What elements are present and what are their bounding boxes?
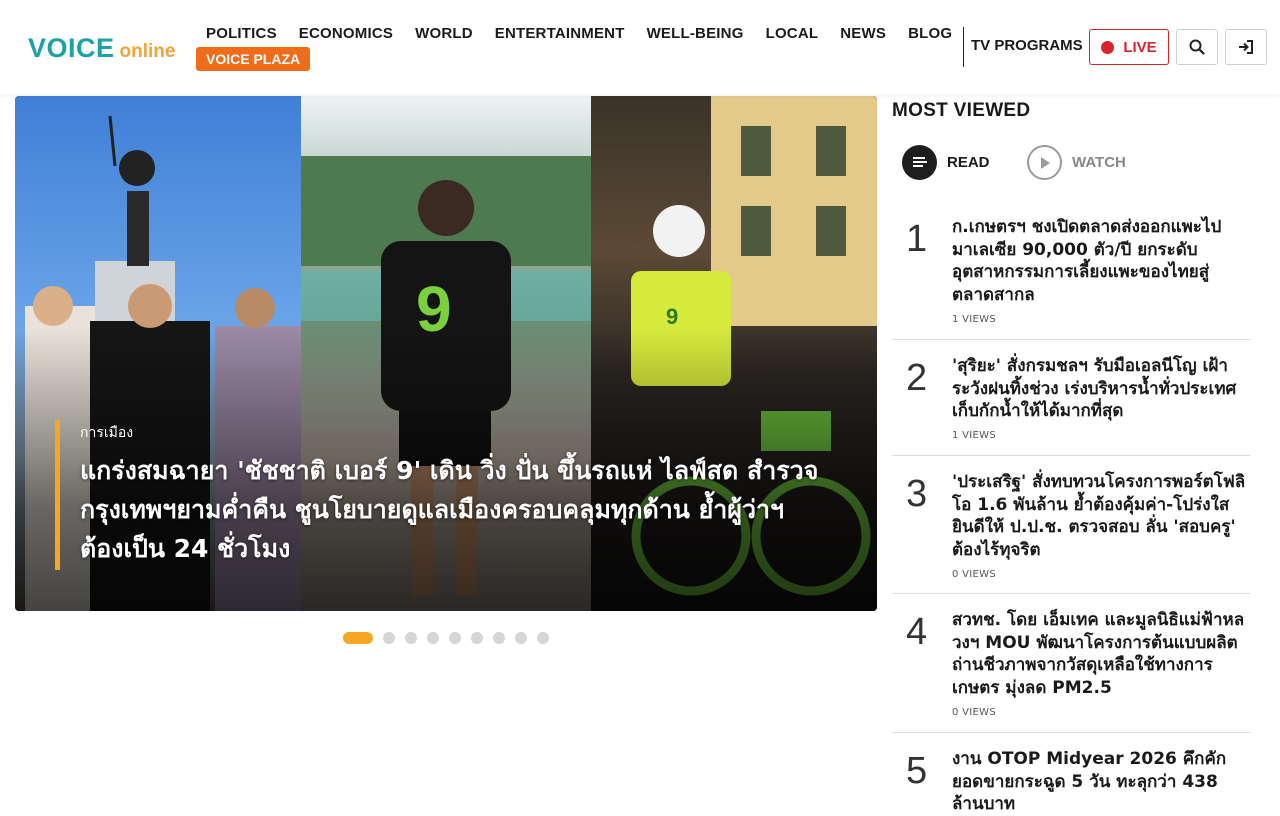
slider-dot-5[interactable]: [449, 632, 461, 644]
tv-programs-link[interactable]: TV PROGRAMS: [971, 37, 1083, 54]
most-viewed-item-5[interactable]: 5 งาน OTOP Midyear 2026 คึกคัก ยอดขายกระ…: [892, 748, 1250, 814]
logo-voice-text: VOICE: [28, 33, 115, 63]
most-viewed-item-2[interactable]: 2 'สุริยะ' สั่งกรมชลฯ รับมือเอลนีโญ เฝ้า…: [892, 355, 1250, 456]
nav-blog[interactable]: BLOG: [908, 25, 952, 42]
hero-category[interactable]: การเมือง: [80, 422, 133, 444]
live-dot-icon: [1101, 40, 1115, 54]
article-title[interactable]: 'ประเสริฐ' สั่งทบทวนโครงการพอร์ตโฟลิโอ 1…: [952, 471, 1248, 561]
slider-pagination: [343, 632, 559, 644]
tab-read-label: READ: [947, 154, 990, 171]
view-count: 0 VIEWS: [952, 569, 996, 580]
view-count: 1 VIEWS: [952, 430, 996, 441]
main-nav: POLITICS ECONOMICS WORLD ENTERTAINMENT W…: [206, 25, 974, 42]
rank-number: 2: [906, 357, 928, 399]
article-icon: [902, 145, 937, 180]
article-title[interactable]: สวทช. โดย เอ็มเทค และมูลนิธิแม่ฟ้าหลวงฯ …: [952, 609, 1248, 699]
slider-dot-9[interactable]: [537, 632, 549, 644]
view-count: 0 VIEWS: [952, 707, 996, 718]
hero-slider[interactable]: 9 9 การเมือง แกร่งสมฉายา 'ชัชชาติ เบอร์ …: [15, 96, 877, 611]
article-title[interactable]: 'สุริยะ' สั่งกรมชลฯ รับมือเอลนีโญ เฝ้าระ…: [952, 355, 1248, 423]
rank-number: 4: [906, 611, 928, 653]
hero-accent-bar: [55, 420, 60, 570]
slider-dot-6[interactable]: [471, 632, 483, 644]
slider-dot-7[interactable]: [493, 632, 505, 644]
slider-dot-4[interactable]: [427, 632, 439, 644]
slider-dot-8[interactable]: [515, 632, 527, 644]
tab-watch[interactable]: WATCH: [1027, 145, 1126, 180]
hero-headline[interactable]: แกร่งสมฉายา 'ชัชชาติ เบอร์ 9' เดิน วิ่ง …: [80, 451, 820, 568]
live-label: LIVE: [1123, 38, 1157, 56]
nav-news[interactable]: NEWS: [840, 25, 886, 42]
most-viewed-item-3[interactable]: 3 'ประเสริฐ' สั่งทบทวนโครงการพอร์ตโฟลิโอ…: [892, 471, 1250, 594]
search-button[interactable]: [1176, 29, 1218, 65]
most-viewed-item-4[interactable]: 4 สวทช. โดย เอ็มเทค และมูลนิธิแม่ฟ้าหลวง…: [892, 609, 1250, 733]
nav-local[interactable]: LOCAL: [766, 25, 819, 42]
tab-read[interactable]: READ: [902, 145, 990, 180]
site-header: VOICE online POLITICS ECONOMICS WORLD EN…: [0, 0, 1280, 94]
login-icon: [1239, 40, 1253, 54]
nav-world[interactable]: WORLD: [415, 25, 473, 42]
rank-number: 5: [906, 750, 928, 792]
tab-watch-label: WATCH: [1072, 154, 1126, 171]
voice-plaza-button[interactable]: VOICE PLAZA: [196, 47, 311, 71]
login-button[interactable]: [1225, 29, 1267, 65]
article-title[interactable]: งาน OTOP Midyear 2026 คึกคัก ยอดขายกระฉู…: [952, 748, 1248, 816]
rank-number: 1: [906, 218, 928, 260]
header-divider: [963, 27, 964, 67]
site-logo[interactable]: VOICE online: [28, 33, 175, 64]
most-viewed-item-1[interactable]: 1 ก.เกษตรฯ ชงเปิดตลาดส่งออกแพะไปมาเลเซีย…: [892, 216, 1250, 340]
view-count: 1 VIEWS: [952, 314, 996, 325]
nav-economics[interactable]: ECONOMICS: [299, 25, 393, 42]
live-button[interactable]: LIVE: [1089, 29, 1169, 65]
most-viewed-heading: MOST VIEWED: [892, 100, 1031, 121]
slider-dot-2[interactable]: [383, 632, 395, 644]
nav-entertainment[interactable]: ENTERTAINMENT: [495, 25, 625, 42]
logo-online-text: online: [119, 41, 176, 62]
slider-dot-1[interactable]: [343, 632, 373, 644]
search-icon: [1189, 39, 1205, 55]
slider-dot-3[interactable]: [405, 632, 417, 644]
nav-well-being[interactable]: WELL-BEING: [647, 25, 744, 42]
nav-politics[interactable]: POLITICS: [206, 25, 277, 42]
play-icon: [1027, 145, 1062, 180]
article-title[interactable]: ก.เกษตรฯ ชงเปิดตลาดส่งออกแพะไปมาเลเซีย 9…: [952, 216, 1248, 306]
rank-number: 3: [906, 473, 928, 515]
